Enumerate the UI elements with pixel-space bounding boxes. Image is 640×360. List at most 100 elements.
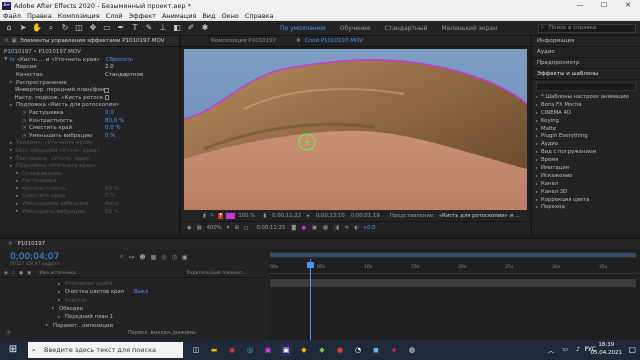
- expand-triangle-icon[interactable]: ▸: [536, 165, 538, 170]
- rotate-tool-icon[interactable]: ↻: [60, 23, 70, 33]
- effects-category-item[interactable]: ▸ Matte: [532, 125, 640, 133]
- grid-icon[interactable]: ▦: [197, 225, 202, 231]
- effects-category-item[interactable]: ▸ Канал: [532, 180, 640, 188]
- channel-icon[interactable]: ●: [301, 225, 306, 231]
- effect-property-row[interactable]: Качество Стандартное: [0, 71, 179, 79]
- effect-property-value[interactable]: 50 %: [105, 209, 179, 215]
- effect-property-value[interactable]: 0 %: [105, 133, 179, 139]
- stopwatch-icon[interactable]: ◷: [22, 133, 29, 139]
- effect-property-row[interactable]: ▸ Подложка «Уточнить края»: [0, 162, 179, 170]
- expand-triangle-icon[interactable]: ▸: [536, 94, 538, 99]
- timeline-property-value[interactable]: Выкл: [134, 289, 148, 295]
- menu-file[interactable]: Файл: [0, 12, 24, 20]
- foreground-icon[interactable]: F: [218, 212, 224, 219]
- always-preview-icon[interactable]: ◉: [187, 225, 192, 231]
- timeline-property-row[interactable]: ▸ Обводки: [0, 305, 267, 313]
- effect-property-row[interactable]: Инвертир. передний план/фон: [0, 86, 179, 94]
- motion-blur-icon[interactable]: ◎: [161, 254, 166, 261]
- effect-property-row[interactable]: Версия 2.0: [0, 64, 179, 72]
- effect-property-value[interactable]: 0,0 %: [105, 125, 179, 131]
- browser-icon[interactable]: ◎: [244, 344, 256, 356]
- effect-property-value[interactable]: 2.0: [105, 64, 179, 70]
- effect-property-row[interactable]: ▸ Уведомл. «Уточнить край»: [0, 140, 179, 148]
- work-area-bar[interactable]: [270, 252, 636, 258]
- inpoint-icon[interactable]: ▮: [203, 213, 206, 219]
- timeline-tab[interactable]: ✕ P1010197: [0, 239, 640, 249]
- effect-property-row[interactable]: ▸ Растушевка: [0, 178, 179, 186]
- effect-property-value[interactable]: 0 %: [105, 193, 179, 199]
- windows-start-icon[interactable]: ⊞: [7, 344, 19, 356]
- notifications-icon[interactable]: ▢: [628, 345, 636, 354]
- app-icon-6[interactable]: ◍: [406, 344, 418, 356]
- brush-tool-icon[interactable]: ✎: [144, 23, 154, 33]
- effect-property-row[interactable]: ▸ Контрастность 50 %: [0, 185, 179, 193]
- effects-category-item[interactable]: ▸ Аудио: [532, 140, 640, 148]
- effect-checkbox[interactable]: [104, 95, 109, 101]
- draft-3d-icon[interactable]: ▣: [182, 254, 188, 261]
- selection-tool-icon[interactable]: ➤: [18, 23, 28, 33]
- menu-layer[interactable]: Слой: [103, 12, 126, 20]
- layer-view-icon[interactable]: ◨: [334, 225, 339, 231]
- effect-property-row[interactable]: ▸ Распространение: [0, 79, 179, 87]
- effects-category-item[interactable]: ▸ Имитация: [532, 164, 640, 172]
- effects-category-item[interactable]: ▸ Искажение: [532, 172, 640, 180]
- safe-zones-icon[interactable]: ⊞: [234, 225, 238, 231]
- layer-duration-bar[interactable]: [270, 279, 636, 287]
- timeline-graph-area[interactable]: 00s 05s 10s 15s 20s 25s 30s 35s: [268, 249, 640, 341]
- effects-category-item[interactable]: ▸ Время: [532, 156, 640, 164]
- expand-triangle-icon[interactable]: ▸: [58, 315, 65, 320]
- chevron-down-icon[interactable]: ▾: [227, 225, 230, 231]
- effects-category-item[interactable]: ▸ CINEMA 4D: [532, 109, 640, 117]
- expand-triangle-icon[interactable]: ▸: [536, 189, 538, 194]
- hand-tool-icon[interactable]: ✋: [32, 23, 42, 33]
- camera-icon[interactable]: ◙: [291, 225, 296, 231]
- camera-tool-icon[interactable]: ◫: [74, 23, 84, 33]
- effect-property-row[interactable]: ◷ Сместить край 0,0 %: [0, 124, 179, 132]
- effects-category-item[interactable]: ▸ Вид с погружением: [532, 148, 640, 156]
- effects-category-item[interactable]: ▸ Keying: [532, 117, 640, 125]
- current-timecode[interactable]: 0;00;04;07: [10, 252, 59, 262]
- tab-layer[interactable]: Слой P1010197.MOV: [305, 38, 363, 44]
- audio-panel-header[interactable]: Аудио: [532, 47, 640, 58]
- shy-icon[interactable]: ☻: [139, 254, 145, 261]
- app-icon-2[interactable]: ●: [334, 344, 346, 356]
- effect-property-row[interactable]: ▸ Подложка «Кисть для ротоскопии»: [0, 102, 179, 110]
- expand-triangle-icon[interactable]: ▸: [536, 173, 538, 178]
- expand-triangle-icon[interactable]: ▸: [536, 204, 538, 209]
- expand-triangle-icon[interactable]: ▸: [536, 133, 538, 138]
- effect-property-value[interactable]: 50 %: [105, 186, 179, 192]
- zoom-tool-icon[interactable]: ⌕: [46, 23, 56, 33]
- outpoint-icon[interactable]: ▮: [263, 213, 266, 219]
- roto-icon[interactable]: ✎: [210, 213, 214, 219]
- rectangle-tool-icon[interactable]: ▭: [102, 23, 112, 33]
- effects-category-item[interactable]: ▸ Plugin Everything: [532, 132, 640, 140]
- expand-triangle-icon[interactable]: ▸: [536, 157, 538, 162]
- effect-property-row[interactable]: ◷ Уменьшить вибрацию 0 %: [0, 132, 179, 140]
- video-frame[interactable]: [184, 49, 527, 228]
- chrome-icon[interactable]: ◉: [226, 344, 238, 356]
- expand-triangle-icon[interactable]: ▸: [536, 118, 538, 123]
- expand-triangle-icon[interactable]: ▸: [58, 290, 65, 295]
- expand-triangle-icon[interactable]: ▸: [536, 126, 538, 131]
- menu-window[interactable]: Окно: [219, 12, 242, 20]
- effect-property-select[interactable]: Стандартное: [105, 72, 179, 78]
- home-icon[interactable]: ⌂: [4, 23, 14, 33]
- view-select[interactable]: «Кисть для ротоскопии» и ...: [439, 213, 520, 219]
- effects-category-item[interactable]: ▸ Переход: [532, 203, 640, 211]
- fx-icon[interactable]: fx: [10, 57, 15, 63]
- effect-property-row[interactable]: ▸ Исп. сведения «Уточн. края»: [0, 147, 179, 155]
- timeline-ruler[interactable]: 00s 05s 10s 15s 20s 25s 30s 35s: [268, 262, 640, 274]
- expand-triangle-icon[interactable]: ▸: [58, 298, 65, 303]
- expand-triangle-icon[interactable]: ▸: [536, 149, 538, 154]
- effect-property-row[interactable]: ◷ Растушевка 0,0: [0, 109, 179, 117]
- roto-brush-tool-icon[interactable]: ✐: [186, 23, 196, 33]
- after-effects-taskbar-icon[interactable]: ▣: [280, 344, 292, 356]
- workspace-learn[interactable]: Обучение: [340, 25, 371, 32]
- guides-icon[interactable]: ⌗: [345, 225, 348, 232]
- taskbar-search-input[interactable]: ⌕ Введите здесь текст для поиска: [28, 342, 183, 358]
- close-button[interactable]: ✕: [616, 0, 640, 11]
- clock[interactable]: 18:39 05.04.2021: [591, 342, 623, 357]
- effect-property-row[interactable]: ▸ Сместить край 0 %: [0, 193, 179, 201]
- network-icon[interactable]: ▭: [562, 346, 568, 353]
- triangle-icon[interactable]: ▸: [307, 213, 310, 219]
